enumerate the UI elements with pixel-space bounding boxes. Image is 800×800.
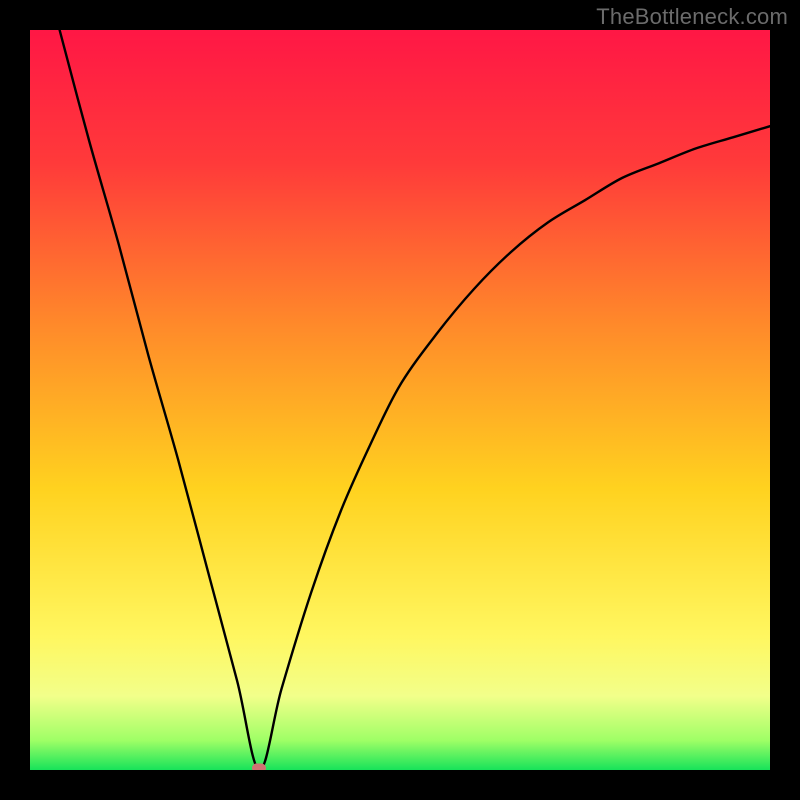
chart-frame: TheBottleneck.com (0, 0, 800, 800)
plot-area (30, 30, 770, 770)
bottleneck-curve (60, 30, 770, 770)
watermark-text: TheBottleneck.com (596, 4, 788, 30)
curve-layer (30, 30, 770, 770)
minimum-marker (252, 764, 266, 771)
